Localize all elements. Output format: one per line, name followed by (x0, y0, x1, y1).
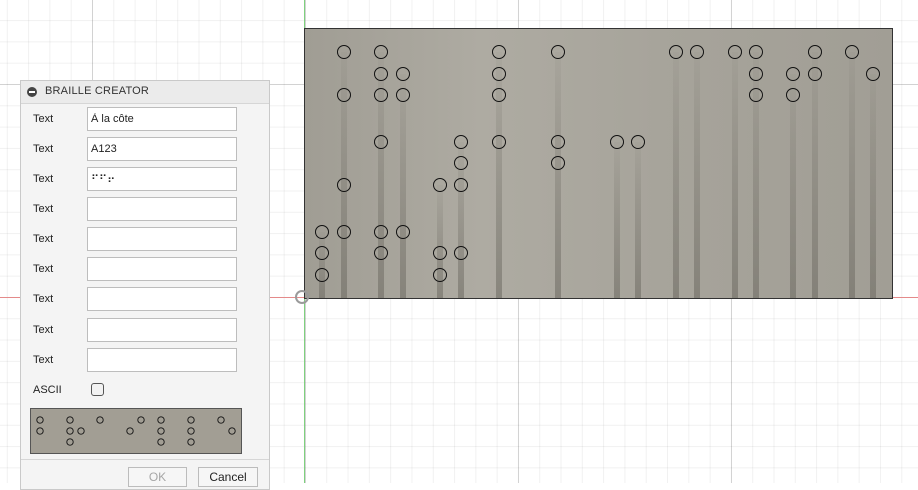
ok-button[interactable]: OK (128, 467, 187, 487)
dot-shadow (790, 74, 796, 298)
text-label: Text (33, 203, 54, 215)
footer-divider (21, 459, 269, 460)
dot-shadow (400, 74, 406, 298)
braille-dot-icon (126, 427, 134, 435)
text-label: Text (33, 233, 54, 245)
dot-shadow (812, 52, 818, 298)
dot-shadow (673, 52, 679, 298)
braille-dot-icon (36, 427, 44, 435)
dot-shadow (694, 52, 700, 298)
text-label: Text (33, 324, 54, 336)
braille-dot-icon (187, 416, 195, 424)
dot-shadow (870, 74, 876, 298)
text-label: Text (33, 354, 54, 366)
braille-dot-icon (157, 427, 165, 435)
braille-dot-icon (137, 416, 145, 424)
braille-dot-icon (96, 416, 104, 424)
braille-dot-icon (36, 416, 44, 424)
dot-shadow (319, 232, 325, 298)
dot-shadow (635, 142, 641, 298)
text-label: Text (33, 293, 54, 305)
text-label: Text (33, 263, 54, 275)
braille-dot-icon (157, 438, 165, 446)
text-field-4[interactable] (87, 197, 237, 221)
braille-dot-icon (77, 427, 85, 435)
preview-plate (36, 416, 236, 446)
panel-title: BRAILLE CREATOR (45, 85, 150, 97)
braille-dot-icon (66, 416, 74, 424)
ascii-label: ASCII (33, 384, 62, 396)
braille-dot-icon (66, 438, 74, 446)
text-field-2[interactable] (87, 137, 237, 161)
origin-point-icon[interactable] (295, 290, 309, 304)
cancel-button[interactable]: Cancel (198, 467, 258, 487)
braille-plate[interactable] (304, 28, 894, 300)
dot-shadow (614, 142, 620, 298)
braille-dot-icon (187, 438, 195, 446)
braille-creator-panel: BRAILLE CREATOR Text Text Text Text Text… (20, 80, 270, 490)
text-field-9[interactable] (87, 348, 237, 372)
dot-shadow (732, 52, 738, 298)
braille-preview (30, 408, 242, 454)
dot-shadow (458, 142, 464, 298)
braille-dot-icon (187, 427, 195, 435)
braille-dot-icon (157, 416, 165, 424)
minus-circle-icon[interactable] (27, 87, 37, 97)
dot-shadow (555, 52, 561, 298)
text-field-7[interactable] (87, 287, 237, 311)
braille-dot-icon (66, 427, 74, 435)
text-field-8[interactable] (87, 318, 237, 342)
text-label: Text (33, 113, 54, 125)
braille-dot-icon (217, 416, 225, 424)
text-field-1[interactable] (87, 107, 237, 131)
ascii-checkbox[interactable] (91, 383, 104, 396)
panel-header[interactable]: BRAILLE CREATOR (21, 81, 269, 104)
text-field-5[interactable] (87, 227, 237, 251)
text-field-3[interactable] (87, 167, 237, 191)
text-field-6[interactable] (87, 257, 237, 281)
dot-shadow (849, 52, 855, 298)
text-label: Text (33, 173, 54, 185)
braille-dot-icon (228, 427, 236, 435)
text-label: Text (33, 143, 54, 155)
plate-surface (304, 28, 893, 299)
